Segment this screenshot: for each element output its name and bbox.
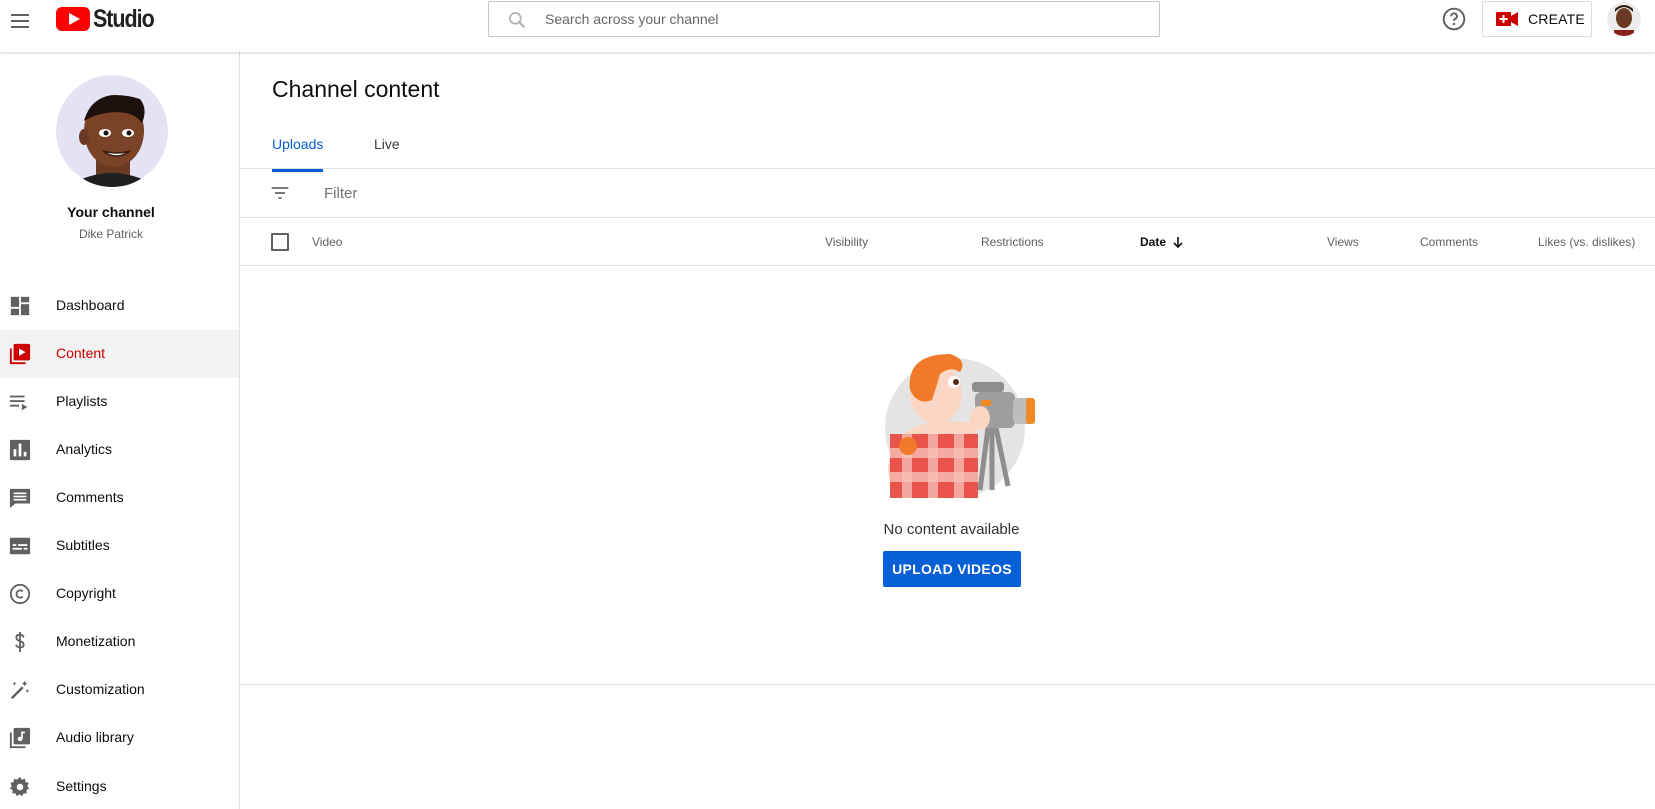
sidebar-item-label: Analytics	[56, 441, 113, 457]
sidebar: Your channel Dike Patrick Dashboard Cont…	[0, 52, 240, 809]
sidebar-item-playlists[interactable]: Playlists	[0, 378, 239, 426]
empty-message: No content available	[883, 521, 1020, 538]
analytics-icon	[9, 439, 31, 461]
sidebar-item-copyright[interactable]: Copyright	[0, 570, 239, 618]
tab-label: Uploads	[272, 136, 324, 152]
video-camera-add-icon	[1496, 12, 1518, 26]
create-label: CREATE	[1528, 11, 1585, 27]
column-header-restrictions[interactable]: Restrictions	[981, 235, 1044, 249]
account-avatar[interactable]	[1607, 2, 1641, 36]
playlists-icon	[9, 395, 28, 411]
sidebar-item-monetization[interactable]: Monetization	[0, 618, 239, 666]
sidebar-item-label: Audio library	[56, 729, 134, 745]
channel-title: Your channel	[67, 204, 155, 220]
column-header-visibility[interactable]: Visibility	[825, 235, 868, 249]
videographer-illustration	[885, 354, 1035, 498]
sidebar-item-comments[interactable]: Comments	[0, 474, 239, 522]
create-button[interactable]: CREATE	[1482, 1, 1592, 37]
sidebar-item-dashboard[interactable]: Dashboard	[0, 282, 239, 330]
sidebar-item-label: Copyright	[56, 585, 116, 601]
upload-videos-button[interactable]: UPLOAD VIDEOS	[883, 551, 1021, 587]
column-header-likes[interactable]: Likes (vs. dislikes)	[1538, 235, 1635, 249]
search-input[interactable]	[545, 2, 1145, 36]
column-header-video[interactable]: Video	[312, 235, 342, 249]
sidebar-nav: Dashboard Content Playlists Analytics Co…	[0, 282, 239, 762]
sidebar-item-label: Settings	[56, 778, 107, 794]
search-icon	[509, 12, 526, 29]
column-header-date-label: Date	[1140, 235, 1167, 249]
sidebar-item-label: Subtitles	[56, 537, 110, 553]
filter-bar	[240, 169, 1655, 217]
column-header-comments[interactable]: Comments	[1420, 235, 1478, 249]
sidebar-item-label: Comments	[56, 489, 124, 505]
channel-avatar[interactable]	[56, 75, 168, 187]
divider	[240, 684, 1655, 685]
filter-input[interactable]	[324, 177, 824, 209]
content-tabs: Uploads Live	[272, 136, 400, 172]
sidebar-item-content[interactable]: Content	[0, 330, 239, 378]
page-title: Channel content	[272, 76, 440, 102]
copyright-icon	[9, 583, 31, 605]
gear-icon	[9, 776, 30, 797]
top-bar: Studio CREATE	[0, 0, 1655, 52]
subtitles-icon	[9, 537, 31, 555]
sidebar-item-label: Monetization	[56, 633, 136, 649]
filter-icon[interactable]	[270, 183, 290, 203]
column-header-date[interactable]: Date	[1140, 235, 1184, 249]
sidebar-item-label: Playlists	[56, 393, 108, 409]
content-icon	[9, 343, 31, 365]
sidebar-item-settings[interactable]: Settings	[0, 763, 239, 809]
magic-wand-icon	[10, 680, 30, 700]
tab-label: Live	[374, 136, 400, 152]
column-header-views[interactable]: Views	[1327, 235, 1359, 249]
help-icon[interactable]	[1441, 6, 1467, 32]
empty-state: No content available UPLOAD VIDEOS	[240, 266, 1655, 684]
studio-logo[interactable]: Studio	[56, 4, 164, 33]
audio-library-icon	[9, 727, 31, 749]
sidebar-item-subtitles[interactable]: Subtitles	[0, 522, 239, 570]
hamburger-menu-icon[interactable]	[6, 4, 34, 34]
table-header: Video Visibility Restrictions Date Views…	[240, 218, 1655, 266]
sidebar-item-audio-library[interactable]: Audio library	[0, 714, 239, 762]
sidebar-item-analytics[interactable]: Analytics	[0, 426, 239, 474]
youtube-logo-icon	[56, 7, 90, 31]
search-box[interactable]	[488, 1, 1160, 37]
channel-name: Dike Patrick	[78, 227, 143, 241]
comments-icon	[9, 488, 31, 509]
dashboard-icon	[10, 296, 30, 316]
arrow-down-icon	[1173, 237, 1183, 248]
dollar-icon	[15, 631, 25, 653]
sidebar-item-label: Dashboard	[56, 297, 125, 313]
logo-text: Studio	[93, 4, 155, 33]
sidebar-item-customization[interactable]: Customization	[0, 666, 239, 714]
select-all-checkbox[interactable]	[271, 233, 289, 251]
sidebar-item-label: Content	[56, 345, 106, 361]
sidebar-item-label: Customization	[56, 681, 145, 697]
main-content: Channel content Uploads Live Video Visib…	[240, 52, 1655, 809]
